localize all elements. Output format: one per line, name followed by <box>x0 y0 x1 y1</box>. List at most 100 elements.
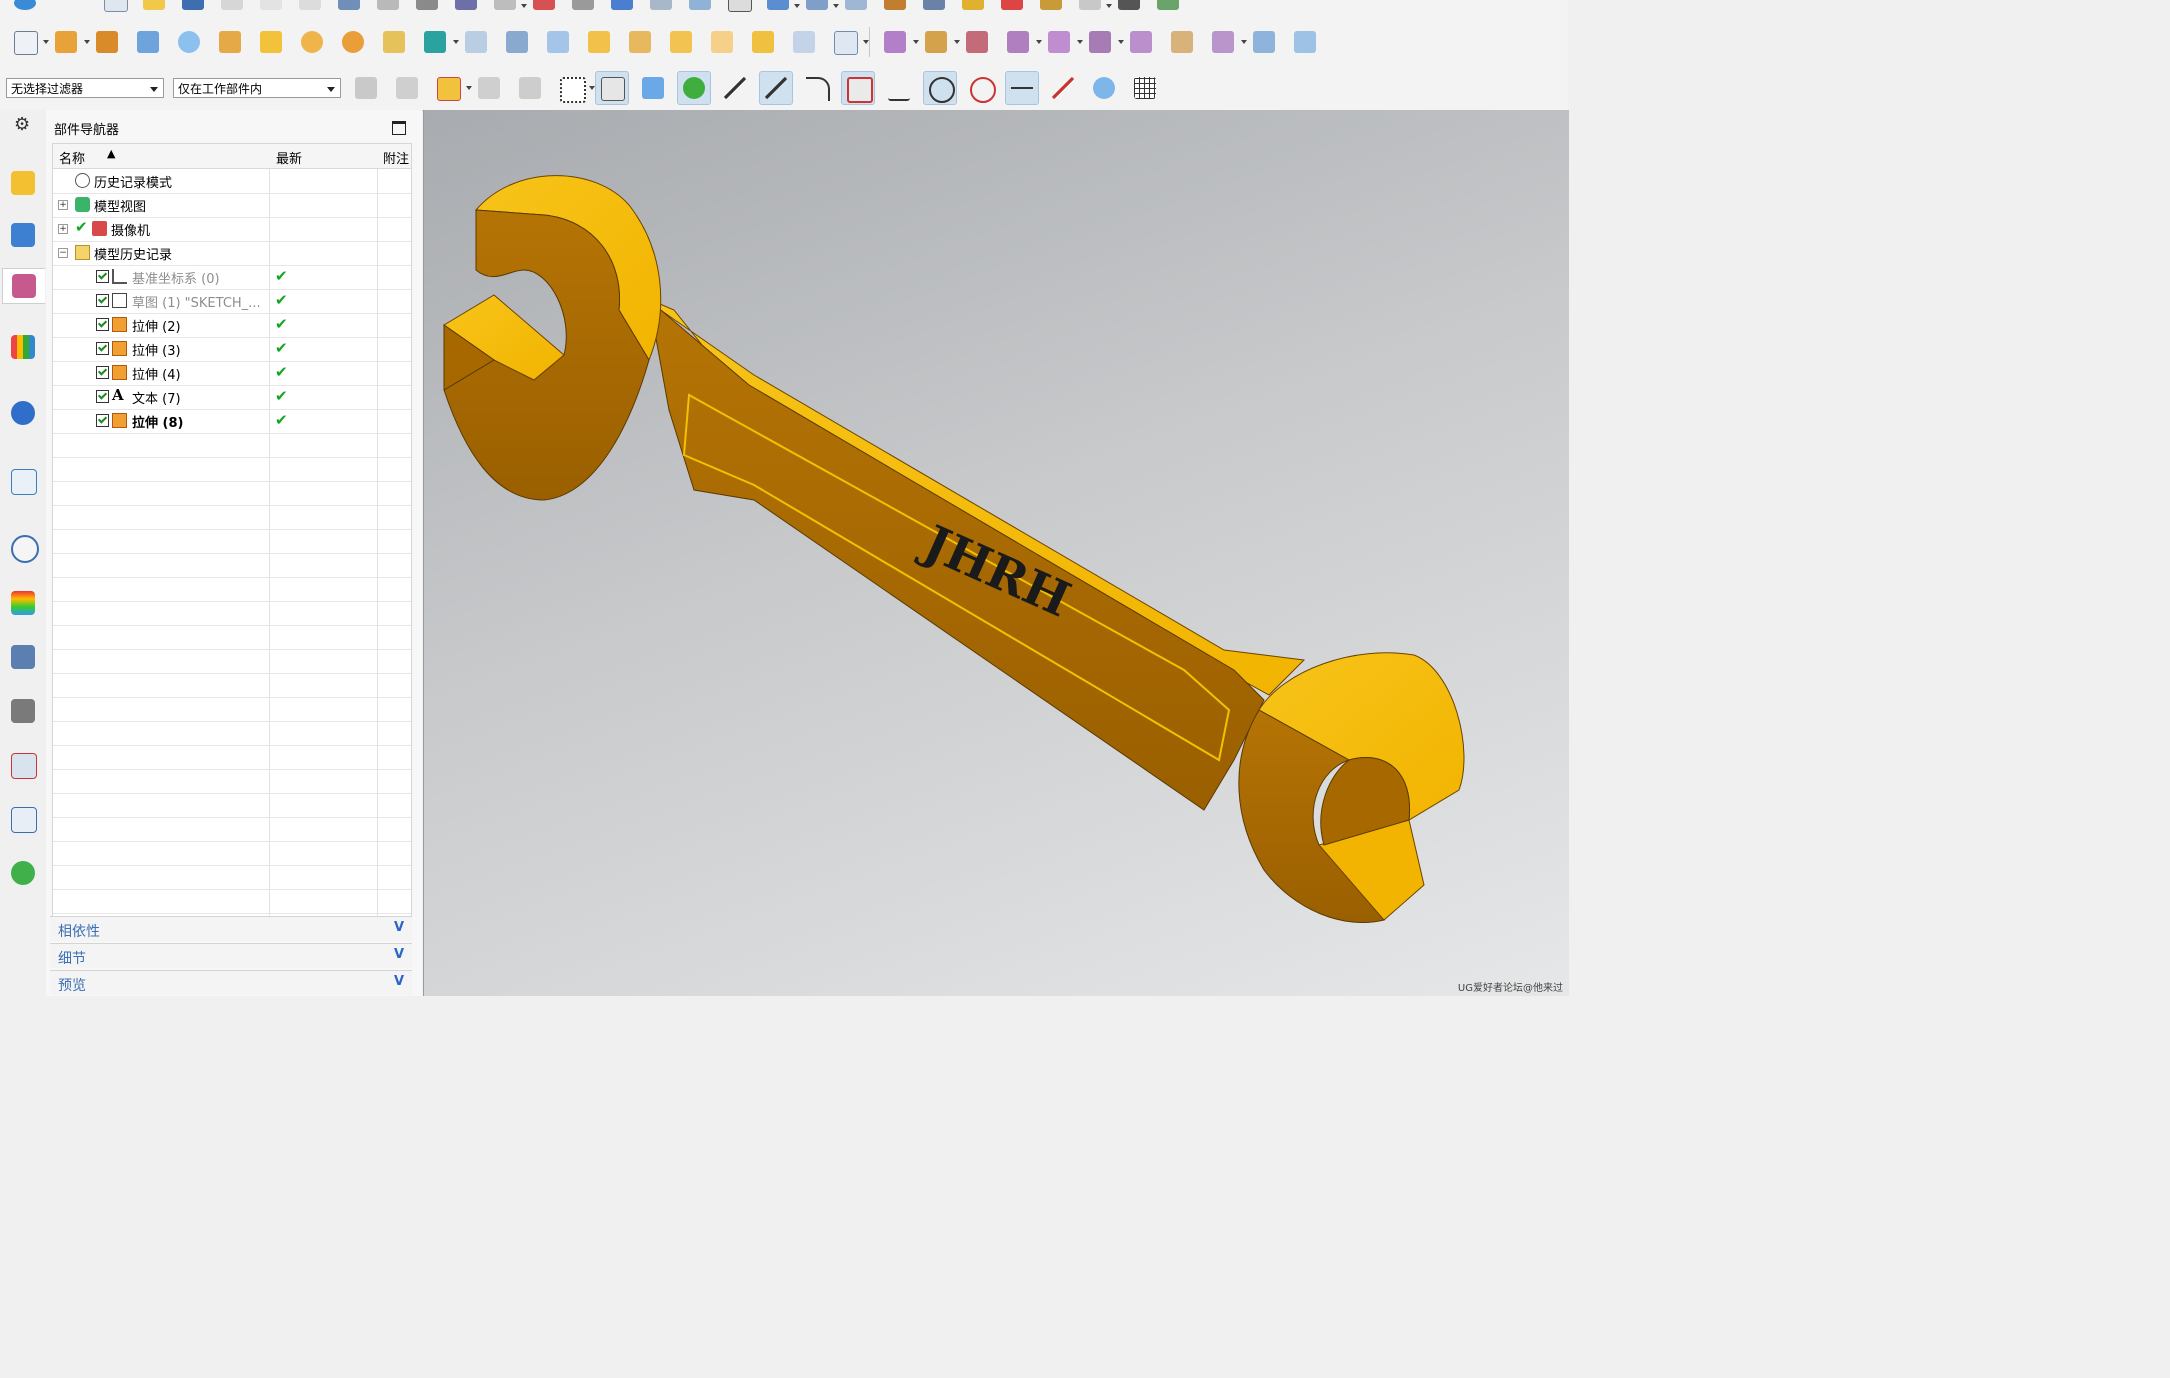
collapse-icon[interactable]: − <box>58 248 68 258</box>
snap-line-icon[interactable] <box>719 72 751 104</box>
expand-icon[interactable]: + <box>58 224 68 234</box>
web-browser-icon[interactable] <box>6 464 40 498</box>
solid-block-icon[interactable] <box>606 0 636 12</box>
tree-row-feature[interactable]: 草图 (1) "SKETCH_... ✔ <box>53 289 411 314</box>
column-name[interactable]: 名称 <box>59 148 85 167</box>
wrench-model[interactable]: JHRH <box>424 110 1569 996</box>
constraint-navigator-icon[interactable] <box>6 218 40 252</box>
tree-row-feature[interactable]: 拉伸 (2) ✔ <box>53 313 411 338</box>
visibility-checkbox[interactable] <box>96 294 109 307</box>
extrude-icon[interactable] <box>50 26 90 58</box>
linear-dimension-icon[interactable] <box>1166 26 1198 58</box>
visibility-checkbox[interactable] <box>96 342 109 355</box>
tree-row-feature[interactable]: 基准坐标系 (0) ✔ <box>53 265 411 290</box>
feature-group-icon[interactable] <box>514 72 546 104</box>
snap-intersection-icon[interactable] <box>1005 71 1039 105</box>
snap-endpoint-icon[interactable] <box>677 71 711 105</box>
tools-icon[interactable] <box>957 0 987 12</box>
inspect-icon[interactable] <box>450 0 480 12</box>
selection-filter-dropdown[interactable]: 无选择过滤器 <box>6 78 164 98</box>
filter-icon[interactable] <box>391 72 423 104</box>
document-icon[interactable] <box>840 0 870 12</box>
view-section-icon[interactable] <box>801 0 839 12</box>
sketch-plane-icon[interactable] <box>9 26 49 58</box>
unite-icon[interactable] <box>378 26 410 58</box>
resize-face-icon[interactable] <box>1084 26 1124 58</box>
visibility-checkbox[interactable] <box>96 390 109 403</box>
select-body-icon[interactable] <box>637 72 669 104</box>
drawing-icon[interactable] <box>528 0 558 12</box>
pocket-icon[interactable] <box>214 26 246 58</box>
grid-icon[interactable] <box>1129 72 1161 104</box>
expand-icon[interactable]: + <box>58 200 68 210</box>
layer-icon[interactable] <box>567 0 597 12</box>
paste-icon[interactable] <box>294 0 324 12</box>
magnifier-icon[interactable] <box>489 0 527 12</box>
history-clock-icon[interactable] <box>6 530 40 564</box>
section-preview[interactable]: 预览 V <box>50 970 412 995</box>
tree-row-history-mode[interactable]: 历史记录模式 <box>53 169 411 194</box>
draft-icon[interactable] <box>583 26 615 58</box>
face-blend-icon[interactable] <box>747 26 779 58</box>
layer-stack-icon[interactable] <box>1152 0 1182 12</box>
save-icon[interactable] <box>177 0 207 12</box>
print-icon[interactable] <box>411 0 441 12</box>
hole-icon[interactable] <box>132 26 164 58</box>
tree-row-feature[interactable]: A 文本 (7) ✔ <box>53 385 411 410</box>
settings-gear-icon[interactable]: ⚙ <box>6 112 40 146</box>
graphics-viewport[interactable]: JHRH UG爱好者论坛@他来过 <box>423 110 1569 996</box>
measure-icon[interactable] <box>879 0 909 12</box>
tree-row-model-views[interactable]: + 模型视图 <box>53 193 411 218</box>
display-icon[interactable] <box>684 0 714 12</box>
tree-row-feature[interactable]: 拉伸 (3) ✔ <box>53 337 411 362</box>
assembly-icon[interactable] <box>1113 0 1143 12</box>
synchronous-icon[interactable] <box>1207 26 1247 58</box>
snap-quadrant-icon[interactable] <box>965 72 997 104</box>
column-notes[interactable]: 附注 <box>383 148 409 167</box>
revolve-icon[interactable] <box>91 26 123 58</box>
snap-point-icon[interactable] <box>473 72 505 104</box>
sweep-icon[interactable] <box>501 26 533 58</box>
section-dependencies[interactable]: 相依性 V <box>50 916 412 941</box>
scope-dropdown[interactable]: 仅在工作部件内 <box>173 78 341 98</box>
color-icon[interactable] <box>996 0 1026 12</box>
column-latest[interactable]: 最新 <box>276 148 302 167</box>
visibility-checkbox[interactable] <box>96 318 109 331</box>
list-icon[interactable] <box>6 802 40 836</box>
redo-icon[interactable] <box>372 0 402 12</box>
copy-face-icon[interactable] <box>1002 26 1042 58</box>
surface-icon[interactable] <box>1248 26 1280 58</box>
window-icon[interactable] <box>723 0 753 12</box>
shell-icon[interactable] <box>460 26 492 58</box>
chamfer-icon[interactable] <box>706 26 738 58</box>
section-details[interactable]: 细节 V <box>50 943 412 968</box>
visibility-checkbox[interactable] <box>96 414 109 427</box>
snap-arc-center-icon[interactable] <box>923 71 957 105</box>
subtract-icon[interactable] <box>419 26 459 58</box>
select-filter-icon[interactable] <box>432 72 472 104</box>
tree-row-model-history[interactable]: − 模型历史记录 <box>53 241 411 266</box>
snap-control-point-icon[interactable] <box>841 71 875 105</box>
delete-face-icon[interactable] <box>961 26 993 58</box>
offset-region-icon[interactable] <box>1125 26 1157 58</box>
snap-midpoint-icon[interactable] <box>759 71 793 105</box>
datum-icon[interactable] <box>829 26 869 58</box>
tree-row-feature[interactable]: 拉伸 (4) ✔ <box>53 361 411 386</box>
roles-icon[interactable] <box>6 694 40 728</box>
info-icon[interactable] <box>6 396 40 430</box>
copy-icon[interactable] <box>255 0 285 12</box>
view-orient-icon[interactable] <box>762 0 800 12</box>
tree-row-cameras[interactable]: + ✔ 摄像机 <box>53 217 411 242</box>
snap-perpendicular-icon[interactable] <box>883 72 915 104</box>
undo-icon[interactable] <box>333 0 363 12</box>
ruler-icon[interactable] <box>1035 0 1065 12</box>
move-face-icon[interactable] <box>879 26 919 58</box>
assembly-navigator-icon[interactable] <box>6 166 40 200</box>
snap-on-face-icon[interactable] <box>1088 72 1120 104</box>
analysis-icon[interactable] <box>918 0 948 12</box>
process-studio-icon[interactable] <box>6 640 40 674</box>
visibility-checkbox[interactable] <box>96 270 109 283</box>
select-face-icon[interactable] <box>595 71 629 105</box>
system-scenes-icon[interactable] <box>6 748 40 782</box>
edit-object-icon[interactable] <box>645 0 675 12</box>
